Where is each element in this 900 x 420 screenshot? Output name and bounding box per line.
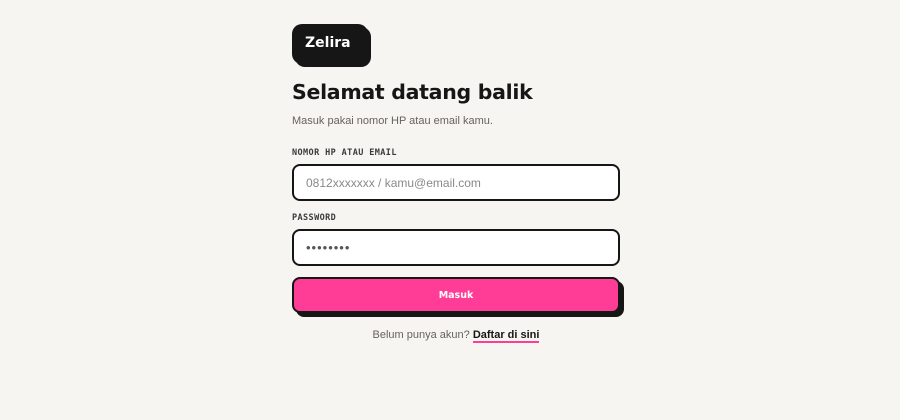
page-title: Selamat datang balik	[292, 80, 533, 104]
login-button[interactable]: Masuk	[292, 277, 620, 313]
identifier-input[interactable]	[292, 164, 620, 201]
signup-link[interactable]: Daftar di sini	[472, 329, 540, 343]
password-label: PASSWORD	[292, 213, 337, 223]
signup-prompt-text: Belum punya akun?	[372, 329, 470, 341]
page-subtitle: Masuk pakai nomor HP atau email kamu.	[292, 115, 493, 127]
signup-prompt: Belum punya akun? Daftar di sini	[292, 328, 620, 343]
login-card: Zelira Selamat datang balik Masuk pakai …	[292, 24, 620, 343]
brand-logo: Zelira	[292, 24, 368, 64]
identifier-label: NOMOR HP ATAU EMAIL	[292, 148, 397, 158]
password-input[interactable]	[292, 229, 620, 266]
